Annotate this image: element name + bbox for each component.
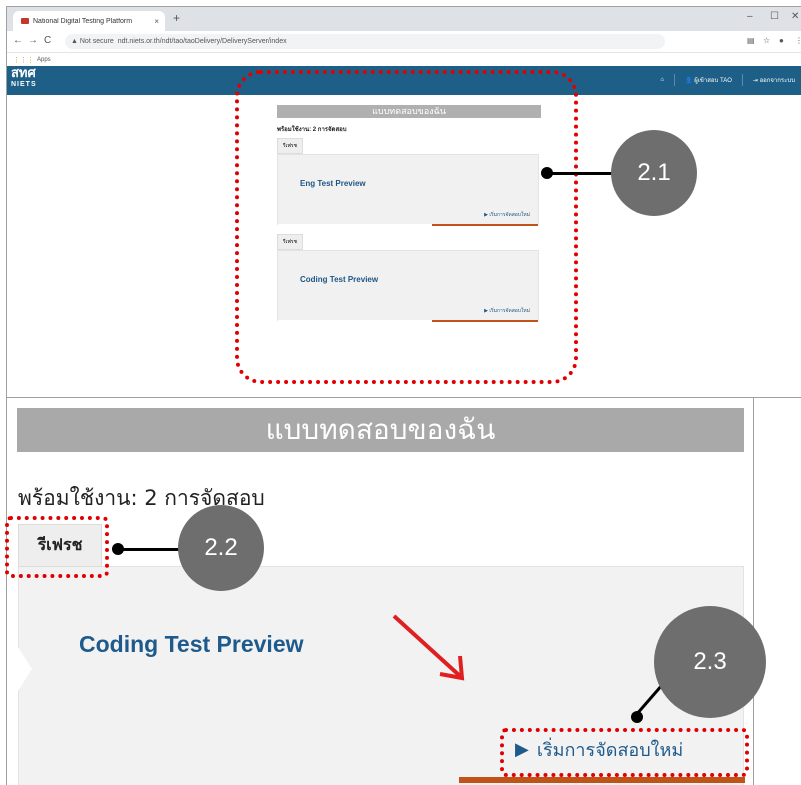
user-icon: 👤 xyxy=(685,78,693,84)
favicon-icon xyxy=(21,18,29,24)
home-icon[interactable]: ⌂ xyxy=(660,77,664,83)
bookmark-star-icon[interactable]: ☆ xyxy=(763,36,770,45)
forward-icon[interactable]: → xyxy=(28,35,38,46)
header-divider xyxy=(741,74,743,86)
bookmarks-bar: ⋮⋮⋮ Apps xyxy=(7,53,801,66)
menu-kebab-icon[interactable]: ⋮ xyxy=(795,36,801,45)
close-window-button[interactable]: ✕ xyxy=(791,11,799,22)
not-secure-label: ▲ Not secure xyxy=(71,38,114,45)
zoomed-detail: แบบทดสอบของฉัน พร้อมใช้งาน: 2 การจัดสอบ … xyxy=(6,398,754,785)
arrow-pointer-icon xyxy=(392,614,465,681)
card-notch xyxy=(18,647,32,691)
back-icon[interactable]: ← xyxy=(13,35,23,46)
header-logout-link[interactable]: ⇥ ออกจากระบบ xyxy=(753,75,795,85)
header-divider xyxy=(674,74,676,86)
apps-grid-icon: ⋮⋮⋮ xyxy=(13,56,34,64)
callout-2-1: 2.1 xyxy=(611,130,697,216)
logout-icon: ⇥ xyxy=(752,78,758,84)
header-menu: ⌂ 👤 ผู้เข้าสอบ TAO ⇥ ออกจากระบบ xyxy=(660,74,795,86)
tab-title: National Digital Testing Platform xyxy=(33,17,133,25)
header-user-link[interactable]: 👤 ผู้เข้าสอบ TAO xyxy=(685,75,732,85)
reload-icon[interactable]: C xyxy=(44,35,51,46)
callout-2-3: 2.3 xyxy=(654,606,766,718)
minimize-button[interactable]: – xyxy=(747,11,753,22)
highlight-outline-2-2 xyxy=(5,516,109,578)
browser-tabstrip: National Digital Testing Platform × + – … xyxy=(7,7,801,31)
bookmarks-apps-link[interactable]: Apps xyxy=(37,57,51,63)
header-logout-label: ออกจากระบบ xyxy=(759,78,795,84)
translate-icon[interactable]: ▤ xyxy=(747,36,755,45)
test-title: Coding Test Preview xyxy=(79,631,304,657)
address-bar-row: ← → C ▲ Not secure ndt.niets.or.th/ndt/t… xyxy=(7,31,801,53)
highlight-outline-2-1 xyxy=(235,70,578,384)
maximize-button[interactable]: ☐ xyxy=(770,11,779,22)
callout-leader-line xyxy=(548,172,618,175)
callout-2-2: 2.2 xyxy=(178,505,264,591)
highlight-outline-2-3 xyxy=(500,728,749,777)
logo-sub: NIETS xyxy=(11,81,37,88)
tutorial-figure: National Digital Testing Platform × + – … xyxy=(0,0,801,785)
new-tab-button[interactable]: + xyxy=(173,11,180,25)
url-text: ndt.niets.or.th/ndt/tao/taoDelivery/Deli… xyxy=(117,38,287,45)
page-heading: แบบทดสอบของฉัน xyxy=(17,408,744,452)
browser-tab[interactable]: National Digital Testing Platform × xyxy=(13,11,165,31)
url-field[interactable]: ▲ Not secure ndt.niets.or.th/ndt/tao/tao… xyxy=(65,34,665,49)
header-user-label: ผู้เข้าสอบ TAO xyxy=(694,78,732,84)
tab-close-icon[interactable]: × xyxy=(154,17,159,26)
logo-main: สทศ xyxy=(11,65,36,80)
niets-logo: สทศ NIETS xyxy=(11,65,71,93)
profile-icon[interactable]: ● xyxy=(779,36,784,45)
card-accent-bar xyxy=(459,777,745,783)
